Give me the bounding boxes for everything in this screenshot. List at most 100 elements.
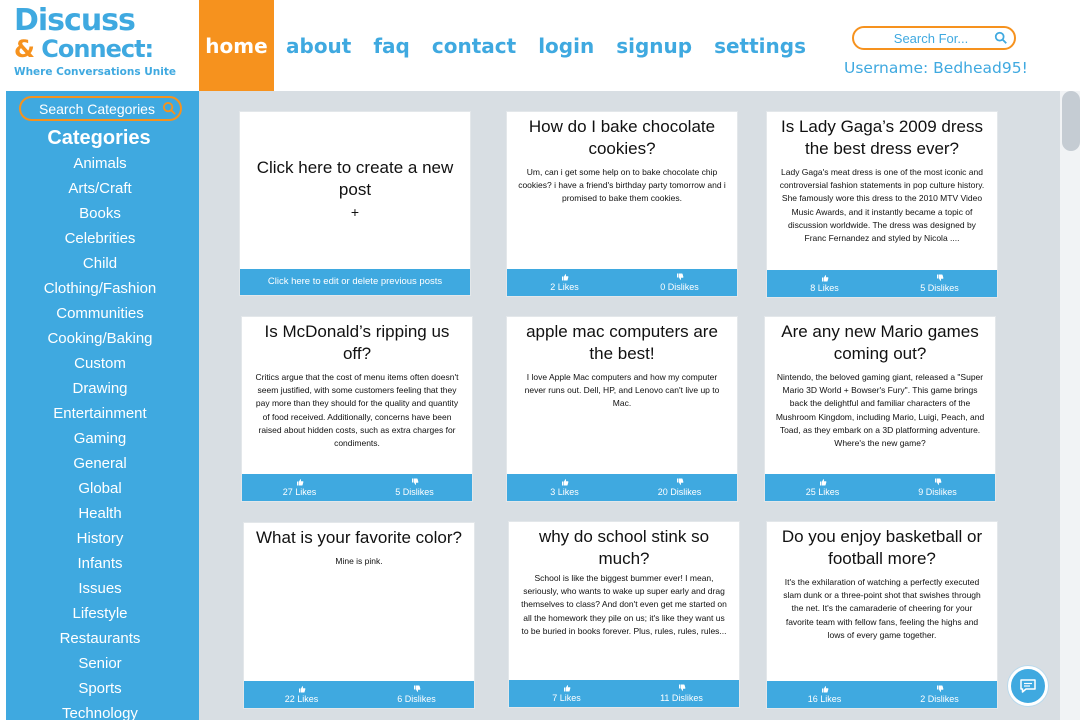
dislike-button[interactable]: 11 Dislikes [624, 680, 739, 707]
category-item[interactable]: Clothing/Fashion [6, 276, 194, 301]
category-item[interactable]: Cooking/Baking [6, 326, 194, 351]
like-button[interactable]: 2 Likes [507, 269, 622, 296]
like-button[interactable]: 3 Likes [507, 474, 622, 501]
category-item[interactable]: Health [6, 501, 194, 526]
site-logo[interactable]: Discuss & Connect: Where Conversations U… [14, 6, 190, 86]
post-body: I love Apple Mac computers and how my co… [524, 372, 720, 409]
thumbs-up-icon [296, 479, 303, 486]
create-post-plus: + [350, 204, 360, 220]
post-body: It's the exhilaration of watching a perf… [783, 577, 981, 640]
post-reactions: 7 Likes 11 Dislikes [509, 680, 739, 707]
thumbs-up-icon [561, 479, 568, 486]
search-input[interactable] [866, 28, 996, 48]
category-item[interactable]: Custom [6, 351, 194, 376]
category-item[interactable]: History [6, 526, 194, 551]
category-item[interactable]: Senior [6, 651, 194, 676]
like-button[interactable]: 8 Likes [767, 270, 882, 297]
edit-posts-button[interactable]: Click here to edit or delete previous po… [240, 269, 470, 295]
post-title: Are any new Mario games coming out? [781, 322, 979, 363]
like-button[interactable]: 22 Likes [244, 681, 359, 708]
category-search-box [19, 96, 182, 121]
logo-ampersand: & [14, 35, 35, 63]
dislike-button[interactable]: 5 Dislikes [357, 474, 472, 501]
search-icon[interactable] [994, 31, 1008, 45]
like-count: 27 Likes [282, 487, 317, 497]
nav-login[interactable]: login [531, 0, 601, 91]
dislike-button[interactable]: 5 Dislikes [882, 270, 997, 297]
category-item[interactable]: Entertainment [6, 401, 194, 426]
post-reactions: 27 Likes 5 Dislikes [242, 474, 472, 501]
post-card[interactable]: why do school stink so much? School is l… [508, 521, 740, 708]
like-count: 16 Likes [807, 694, 842, 704]
category-item[interactable]: Child [6, 251, 194, 276]
username-label: Username: Bedhead95! [844, 59, 1028, 77]
thumbs-down-icon [676, 273, 683, 280]
category-item[interactable]: Lifestyle [6, 601, 194, 626]
category-item[interactable]: Celebrities [6, 226, 194, 251]
dislike-button[interactable]: 0 Dislikes [622, 269, 737, 296]
post-body: Lady Gaga's meat dress is one of the mos… [779, 167, 985, 244]
dislike-button[interactable]: 2 Dislikes [882, 681, 997, 708]
like-button[interactable]: 16 Likes [767, 681, 882, 708]
category-item[interactable]: Gaming [6, 426, 194, 451]
category-item[interactable]: Drawing [6, 376, 194, 401]
category-item[interactable]: Communities [6, 301, 194, 326]
logo-tagline: Where Conversations Unite [14, 66, 176, 78]
dislike-button[interactable]: 6 Dislikes [359, 681, 474, 708]
thumbs-down-icon [678, 684, 685, 691]
dislike-button[interactable]: 9 Dislikes [880, 474, 995, 501]
category-search-input[interactable] [27, 98, 167, 119]
dislike-count: 0 Dislikes [660, 282, 699, 292]
category-item[interactable]: Sports [6, 676, 194, 701]
post-card[interactable]: Are any new Mario games coming out? Nint… [764, 316, 996, 502]
dislike-count: 11 Dislikes [660, 693, 703, 703]
dislike-button[interactable]: 20 Dislikes [622, 474, 737, 501]
search-icon[interactable] [162, 101, 177, 116]
category-item[interactable]: Books [6, 201, 194, 226]
header: Discuss & Connect: Where Conversations U… [0, 0, 1080, 91]
nav-faq[interactable]: faq [366, 0, 417, 91]
post-body: Mine is pink. [335, 556, 383, 566]
post-reactions: 8 Likes 5 Dislikes [767, 270, 997, 297]
nav-about[interactable]: about [279, 0, 358, 91]
category-item[interactable]: Restaurants [6, 626, 194, 651]
post-grid: Click here to create a new post + Click … [199, 91, 1060, 720]
nav-settings[interactable]: settings [707, 0, 813, 91]
post-card[interactable]: How do I bake chocolate cookies? Um, can… [506, 111, 738, 297]
post-card[interactable]: What is your favorite color? Mine is pin… [243, 522, 475, 709]
thumbs-down-icon [934, 478, 941, 485]
like-count: 22 Likes [284, 694, 319, 704]
post-reactions: 25 Likes 9 Dislikes [765, 474, 995, 501]
category-item[interactable]: Arts/Craft [6, 176, 194, 201]
like-count: 25 Likes [805, 487, 840, 497]
post-card[interactable]: Do you enjoy basketball or football more… [766, 521, 998, 709]
nav-home[interactable]: home [199, 0, 274, 91]
categories-heading: Categories [47, 127, 151, 149]
nav-signup[interactable]: signup [609, 0, 699, 91]
post-card[interactable]: Is Lady Gaga’s 2009 dress the best dress… [766, 111, 998, 298]
post-reactions: 22 Likes 6 Dislikes [244, 681, 474, 708]
thumbs-down-icon [936, 274, 943, 281]
nav-contact[interactable]: contact [425, 0, 523, 91]
like-button[interactable]: 25 Likes [765, 474, 880, 501]
logo-line-2: & Connect: [14, 36, 190, 62]
create-post-card[interactable]: Click here to create a new post + Click … [239, 111, 471, 296]
category-item[interactable]: Technology [6, 701, 194, 720]
post-title: why do school stink so much? [538, 527, 710, 568]
post-title: Do you enjoy basketball or football more… [781, 527, 983, 568]
like-button[interactable]: 7 Likes [509, 680, 624, 707]
like-button[interactable]: 27 Likes [242, 474, 357, 501]
post-title: apple mac computers are the best! [526, 322, 718, 363]
scrollbar-thumb[interactable] [1062, 91, 1080, 151]
dislike-count: 20 Dislikes [657, 487, 702, 497]
chat-button[interactable] [1008, 666, 1048, 706]
post-reactions: 16 Likes 2 Dislikes [767, 681, 997, 708]
category-item[interactable]: Issues [6, 576, 194, 601]
page-scrollbar[interactable] [1060, 91, 1080, 720]
category-item[interactable]: Global [6, 476, 194, 501]
category-item[interactable]: General [6, 451, 194, 476]
post-card[interactable]: apple mac computers are the best! I love… [506, 316, 738, 502]
category-item[interactable]: Animals [6, 151, 194, 176]
category-item[interactable]: Infants [6, 551, 194, 576]
post-card[interactable]: Is McDonald’s ripping us off? Critics ar… [241, 316, 473, 502]
